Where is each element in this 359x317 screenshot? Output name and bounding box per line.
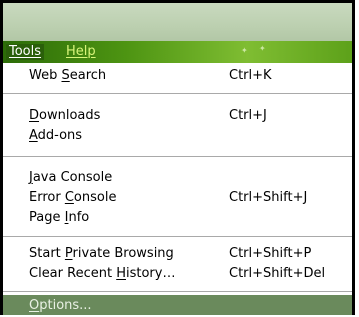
menu-item-shortcut: Ctrl+Shift+P <box>229 246 312 261</box>
menu-separator <box>3 156 352 157</box>
menu-item-downloads[interactable]: Downloads Ctrl+J <box>3 105 352 127</box>
menu-item-java-console[interactable]: Java Console <box>3 167 352 189</box>
menu-item-label: Options... <box>29 298 92 313</box>
menu-separator <box>3 236 352 237</box>
menu-item-label: Web Search <box>29 68 107 83</box>
menu-item-shortcut: Ctrl+Shift+J <box>229 190 308 205</box>
menu-item-start-private-browsing[interactable]: Start Private Browsing Ctrl+Shift+P <box>3 243 352 265</box>
menu-help[interactable]: Help <box>63 44 99 60</box>
menu-item-label: Java Console <box>29 170 113 185</box>
menu-item-clear-recent-history[interactable]: Clear Recent History… Ctrl+Shift+Del <box>3 263 352 285</box>
menu-tools[interactable]: Tools <box>6 44 45 60</box>
menu-item-shortcut: Ctrl+J <box>229 108 267 123</box>
menu-item-label: Clear Recent History… <box>29 266 176 281</box>
menu-separator <box>3 291 352 292</box>
menu-item-label: Add-ons <box>29 128 83 143</box>
menu-item-label: Start Private Browsing <box>29 246 174 261</box>
menu-bar: ✦ ✦ Tools Help <box>3 41 352 63</box>
tools-dropdown-menu: Web Search Ctrl+K Downloads Ctrl+J Add-o… <box>3 63 352 315</box>
menu-item-options[interactable]: Options... <box>3 295 352 315</box>
menu-tools-label: Tools <box>9 44 42 59</box>
menu-item-page-info[interactable]: Page Info <box>3 207 352 229</box>
decorative-sparkle: ✦ <box>241 46 248 55</box>
menu-item-web-search[interactable]: Web Search Ctrl+K <box>3 65 352 87</box>
menu-help-label: Help <box>66 44 96 59</box>
menu-item-label: Page Info <box>29 210 90 225</box>
menu-item-shortcut: Ctrl+Shift+Del <box>229 266 326 281</box>
menu-separator <box>3 93 352 94</box>
menu-item-error-console[interactable]: Error Console Ctrl+Shift+J <box>3 187 352 209</box>
decorative-sparkle: ✦ <box>259 44 266 53</box>
menu-item-shortcut: Ctrl+K <box>229 68 272 83</box>
window-titlebar <box>3 0 352 41</box>
menu-item-label: Downloads <box>29 108 101 123</box>
menu-item-label: Error Console <box>29 190 117 205</box>
menu-item-add-ons[interactable]: Add-ons <box>3 125 352 147</box>
